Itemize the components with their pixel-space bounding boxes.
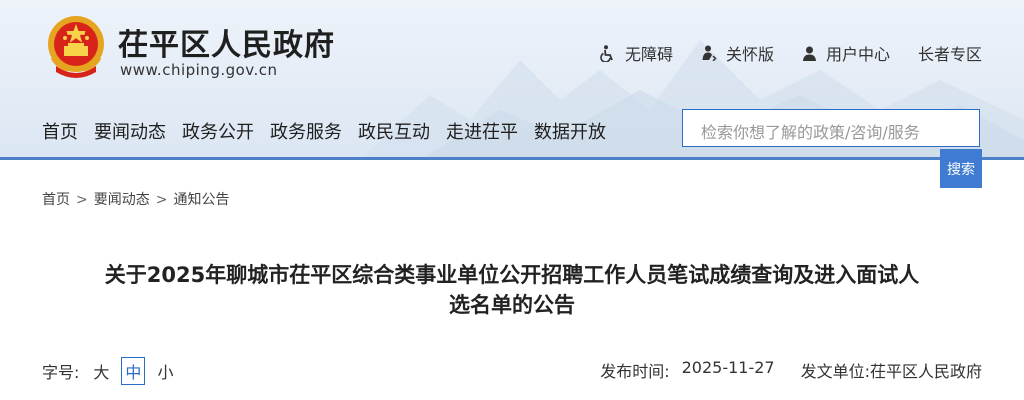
font-size-label: 字号:: [42, 363, 80, 382]
wheelchair-icon: [600, 44, 613, 62]
nav-interaction[interactable]: 政民互动: [358, 118, 430, 144]
user-icon: [802, 46, 816, 61]
senior-zone-link[interactable]: 长者专区: [918, 41, 982, 65]
site-domain: www.chiping.gov.cn: [120, 61, 278, 79]
search-input[interactable]: 检索你想了解的政策/咨询/服务: [682, 109, 980, 147]
user-center-link[interactable]: 用户中心: [802, 41, 890, 65]
font-size-controls: 字号: 大 中 小: [42, 357, 173, 385]
national-emblem-icon: [48, 16, 104, 78]
breadcrumb: 首页 > 要闻动态 > 通知公告: [42, 189, 229, 209]
user-center-label: 用户中心: [825, 45, 890, 64]
nav-home[interactable]: 首页: [42, 118, 78, 144]
search-button[interactable]: 搜索: [940, 149, 982, 188]
publish-date-label: 发布时间:: [600, 362, 670, 381]
breadcrumb-home[interactable]: 首页: [42, 192, 70, 208]
publish-date: 2025-11-27: [681, 358, 775, 377]
article-title-line-2: 选名单的公告: [449, 293, 575, 317]
font-size-large-button[interactable]: 大: [93, 359, 109, 383]
nav-government-services[interactable]: 政务服务: [270, 118, 342, 144]
breadcrumb-separator: >: [155, 192, 168, 208]
issuer-label: 发文单位:: [800, 362, 870, 381]
breadcrumb-news[interactable]: 要闻动态: [94, 192, 150, 208]
senior-zone-label: 长者专区: [917, 45, 982, 64]
font-size-small-button[interactable]: 小: [157, 359, 173, 383]
nav-about-chiping[interactable]: 走进茌平: [446, 118, 518, 144]
nav-news[interactable]: 要闻动态: [94, 118, 166, 144]
care-mode-label: 关怀版: [725, 45, 774, 64]
breadcrumb-notices[interactable]: 通知公告: [173, 192, 229, 208]
site-title: 茌平区人民政府: [118, 28, 335, 63]
font-size-medium-button[interactable]: 中: [121, 357, 146, 385]
header-tools: 无障碍 关怀版 用户中心 长者专区: [572, 41, 982, 65]
header-divider: [0, 157, 1024, 160]
breadcrumb-separator: >: [76, 192, 88, 208]
accessibility-label: 无障碍: [624, 45, 673, 64]
issuer: 茌平区人民政府: [869, 362, 982, 381]
article-title-line-1: 关于2025年聊城市茌平区综合类事业单位公开招聘工作人员笔试成绩查询及进入面试人: [104, 263, 920, 287]
care-mode-icon: [702, 45, 717, 61]
main-nav: 首页 要闻动态 政务公开 政务服务 政民互动 走进茌平 数据开放: [42, 118, 622, 144]
care-mode-link[interactable]: 关怀版: [701, 41, 774, 65]
nav-government-affairs[interactable]: 政务公开: [182, 118, 254, 144]
article-title: 关于2025年聊城市茌平区综合类事业单位公开招聘工作人员笔试成绩查询及进入面试人…: [40, 260, 984, 320]
nav-open-data[interactable]: 数据开放: [534, 118, 606, 144]
article-meta: 发布时间: 2025-11-27 发文单位: 茌平区人民政府: [600, 358, 982, 382]
accessibility-link[interactable]: 无障碍: [600, 41, 673, 65]
site-header: 茌平区人民政府 www.chiping.gov.cn 无障碍 关怀版 用户中心 …: [0, 0, 1024, 160]
